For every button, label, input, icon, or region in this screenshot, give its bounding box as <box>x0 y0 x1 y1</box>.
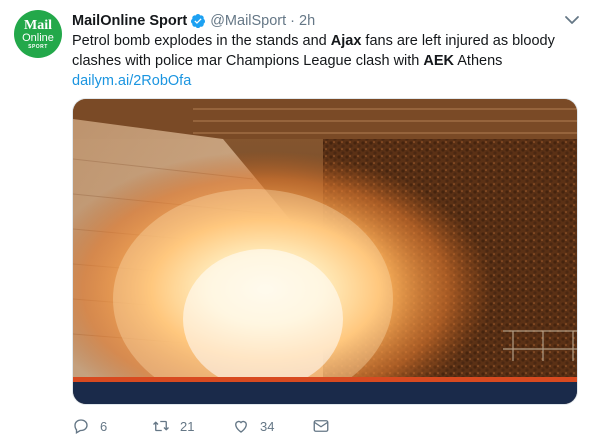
reply-icon <box>74 419 88 434</box>
separator-dot: · <box>290 13 296 29</box>
timestamp[interactable]: 2h <box>299 13 315 29</box>
reply-count: 6 <box>100 418 108 434</box>
tweet-actions: 6 21 34 <box>72 414 532 438</box>
avatar[interactable]: Mail Online SPORT <box>14 10 62 58</box>
text-part-bold-ajax: Ajax <box>330 33 362 49</box>
author-name[interactable]: MailOnline Sport <box>72 13 187 29</box>
direct-message-button[interactable] <box>312 417 330 435</box>
like-button[interactable]: 34 <box>232 417 312 435</box>
tweet-text: Petrol bomb explodes in the stands and A… <box>72 31 572 91</box>
text-part: Petrol bomb explodes in the stands and <box>72 33 331 49</box>
retweet-button[interactable]: 21 <box>152 417 232 435</box>
verified-badge-icon <box>191 14 206 29</box>
author-handle[interactable]: @MailSport <box>210 13 286 29</box>
reply-button[interactable]: 6 <box>72 417 152 435</box>
chevron-down-icon[interactable] <box>564 14 580 26</box>
text-part: Athens <box>454 53 503 69</box>
stadium-fire-photo <box>73 99 577 404</box>
text-part-bold-aek: AEK <box>423 53 455 69</box>
retweet-icon <box>153 420 169 432</box>
like-icon <box>235 420 247 433</box>
direct-message-icon <box>313 420 329 432</box>
avatar-text-line2: Online <box>22 31 54 44</box>
like-count: 34 <box>260 418 275 434</box>
avatar-text-line3: SPORT <box>28 43 48 50</box>
retweet-count: 21 <box>180 418 195 434</box>
tweet-header: MailOnline Sport @MailSport · 2h <box>72 11 570 31</box>
avatar-text-line1: Mail <box>24 17 52 33</box>
tweet-photo[interactable] <box>72 98 578 405</box>
tweet-link[interactable]: dailym.ai/2RobOfa <box>72 73 191 89</box>
